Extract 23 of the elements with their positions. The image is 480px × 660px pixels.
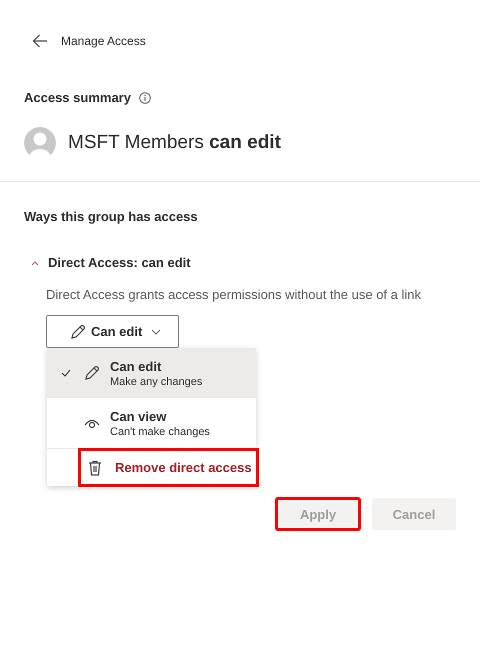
checkmark-icon bbox=[61, 369, 71, 377]
info-icon[interactable] bbox=[138, 92, 151, 104]
option-description: Make any changes bbox=[110, 376, 202, 388]
section-title: Ways this group has access bbox=[24, 209, 199, 224]
pencil-icon bbox=[69, 323, 86, 340]
member-name: MSFT Members can edit bbox=[68, 132, 281, 154]
chevron-down-icon bbox=[151, 328, 162, 334]
option-description: Can't make changes bbox=[110, 426, 210, 438]
trash-icon bbox=[86, 458, 104, 476]
back-arrow-icon[interactable] bbox=[32, 34, 48, 48]
page-title: Manage Access bbox=[61, 34, 146, 48]
section-title: Access summary bbox=[24, 90, 131, 105]
avatar-icon bbox=[24, 127, 56, 159]
menu-option[interactable]: Can edit Make any changes bbox=[47, 348, 256, 398]
option-title: Can edit bbox=[110, 358, 162, 374]
chevron-up-icon[interactable] bbox=[31, 260, 39, 266]
pencil-icon bbox=[83, 364, 101, 382]
description: Direct Access grants access permissions without the use of a link bbox=[46, 287, 422, 302]
menu-option[interactable]: Can view Can't make changes bbox=[47, 398, 256, 448]
remove-access-item[interactable]: Remove direct access bbox=[79, 449, 258, 486]
option-title: Can view bbox=[110, 408, 168, 424]
group-title: Direct Access: can edit bbox=[48, 255, 191, 270]
permission-dropdown[interactable]: Can edit bbox=[46, 315, 179, 348]
